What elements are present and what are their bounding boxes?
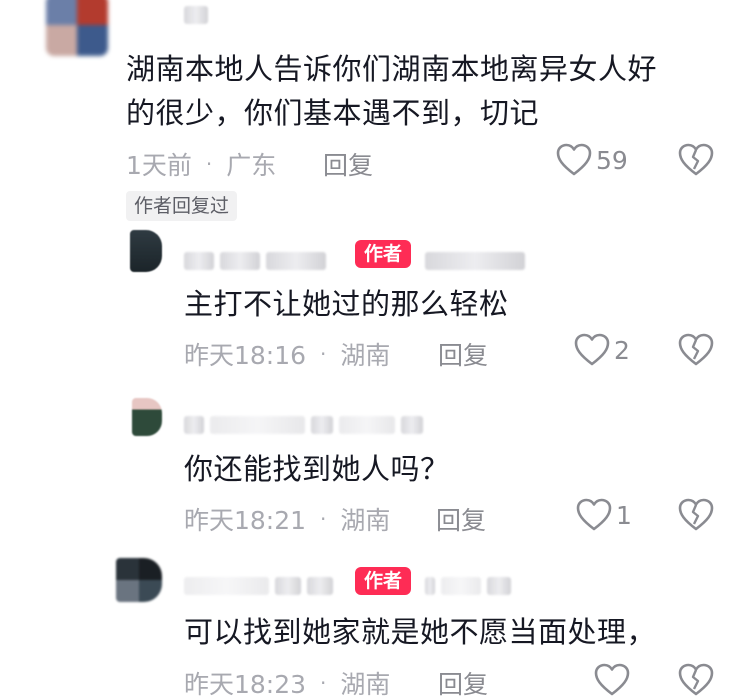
dislike-button[interactable] [678, 333, 714, 367]
separator: · [320, 342, 327, 366]
username[interactable] [184, 414, 423, 436]
comment-text: 的很少，你们基本遇不到，切记 [126, 96, 540, 130]
dislike-button[interactable] [678, 143, 714, 177]
comment-time: 昨天18:16 [184, 341, 307, 370]
comment-text: 湖南本地人告诉你们湖南本地离异女人好 [126, 52, 658, 86]
separator: · [320, 671, 327, 695]
heart-outline-icon [574, 333, 610, 367]
comment-text: 主打不让她过的那么轻松 [184, 287, 509, 321]
avatar[interactable] [132, 398, 162, 436]
username-suffix [425, 250, 525, 272]
avatar[interactable] [46, 0, 108, 56]
like-button[interactable]: 1 [576, 498, 632, 532]
comment-meta: 1天前 · 广东 [126, 146, 276, 182]
comment-location: 湖南 [340, 341, 391, 370]
comment-meta: 昨天18:21 · 湖南 [184, 501, 390, 537]
heart-outline-icon [556, 143, 592, 177]
like-button[interactable]: 2 [574, 333, 630, 367]
reply-button[interactable]: 回复 [323, 146, 373, 182]
author-replied-tag: 作者回复过 [126, 191, 238, 221]
reply-button[interactable]: 回复 [436, 501, 486, 537]
comment-text: 可以找到她家就是她不愿当面处理， [184, 615, 657, 649]
like-count: 2 [614, 335, 630, 365]
like-button[interactable] [594, 663, 634, 697]
comment-text: 你还能找到她人吗？ [184, 452, 450, 486]
avatar[interactable] [130, 230, 162, 272]
comment-meta: 昨天18:16 · 湖南 [184, 336, 390, 372]
avatar[interactable] [116, 558, 162, 602]
broken-heart-icon [678, 498, 714, 532]
comment-location: 湖南 [340, 670, 391, 698]
heart-outline-icon [576, 498, 612, 532]
heart-outline-icon [594, 663, 630, 697]
dislike-button[interactable] [678, 663, 714, 697]
comment-time: 昨天18:23 [184, 670, 307, 698]
comment-time: 昨天18:21 [184, 506, 307, 535]
username-suffix [425, 575, 511, 597]
broken-heart-icon [678, 143, 714, 177]
comment-location: 广东 [226, 151, 277, 180]
author-badge: 作者 [355, 567, 412, 595]
reply-button[interactable]: 回复 [438, 665, 488, 698]
like-button[interactable]: 59 [556, 143, 628, 177]
separator: · [205, 152, 213, 176]
username[interactable] [184, 250, 326, 272]
like-count: 1 [616, 500, 632, 530]
comment-meta: 昨天18:23 · 湖南 [184, 665, 390, 698]
separator: · [320, 507, 327, 531]
broken-heart-icon [678, 333, 714, 367]
username[interactable] [184, 575, 333, 597]
dislike-button[interactable] [678, 498, 714, 532]
reply-button[interactable]: 回复 [438, 336, 488, 372]
author-badge: 作者 [355, 240, 412, 268]
comment-location: 湖南 [340, 506, 391, 535]
username[interactable] [184, 4, 208, 26]
broken-heart-icon [678, 663, 714, 697]
comment-time: 1天前 [126, 151, 192, 180]
like-count: 59 [596, 145, 628, 175]
